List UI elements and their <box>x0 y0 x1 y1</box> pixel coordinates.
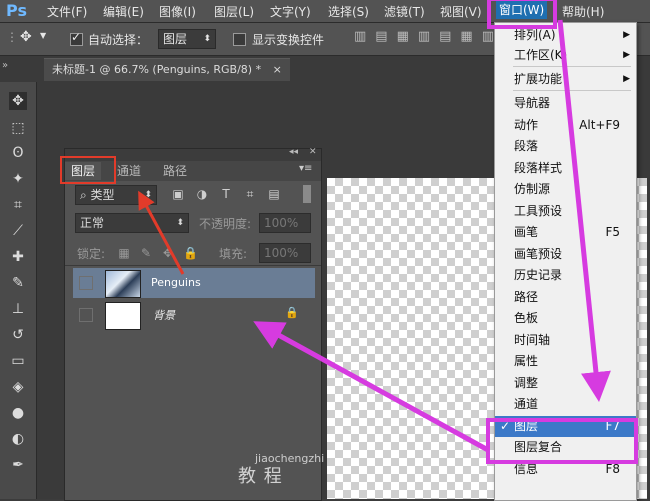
arrow-layers-item-to-panel <box>253 321 490 453</box>
watermark: 教 程 <box>238 466 283 487</box>
highlight-window-menu <box>487 0 557 29</box>
highlight-layers-item <box>486 418 638 464</box>
highlight-layers-tab <box>60 156 116 184</box>
arrow-panel-to-tab <box>138 190 185 275</box>
arrow-menu-to-layers <box>557 19 611 402</box>
